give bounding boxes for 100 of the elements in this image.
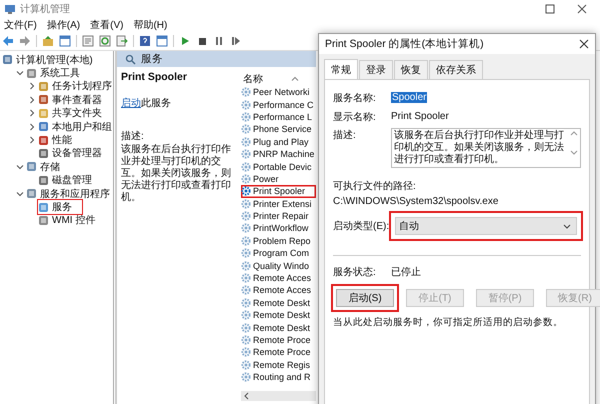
service-name[interactable]: Printer Extensi	[253, 198, 312, 209]
service-name[interactable]: Phone Service	[253, 124, 312, 134]
tree-item[interactable]: WMI 控件	[52, 213, 96, 228]
service-name[interactable]: Peer Networki	[253, 87, 310, 98]
tree-item[interactable]: 系统工具	[40, 66, 80, 80]
expand-chevron-icon[interactable]	[28, 82, 36, 90]
service-name-value[interactable]: Spooler	[391, 92, 428, 103]
service-name[interactable]: Remote Acces	[253, 273, 312, 284]
field-label: 服务状态:	[333, 266, 377, 278]
tree-node-icon	[38, 108, 49, 119]
restart-icon[interactable]	[230, 35, 242, 47]
pane-icon[interactable]	[156, 35, 168, 47]
service-name[interactable]: Remote Regis	[253, 360, 310, 370]
gear-icon	[241, 347, 251, 358]
gear-icon	[241, 162, 251, 172]
action-text: 此服务	[141, 98, 171, 109]
service-name[interactable]: PrintWorkflow	[253, 223, 308, 234]
tree-item[interactable]: 服务	[52, 200, 72, 214]
tree-item[interactable]: 本地用户和组	[52, 120, 112, 134]
expand-chevron-icon[interactable]	[28, 96, 36, 104]
service-name[interactable]: Remote Deskt	[253, 310, 310, 320]
service-name[interactable]: Performance L	[253, 112, 312, 122]
tree-node-icon	[26, 188, 37, 200]
field-label: 服务名称:	[333, 92, 377, 104]
properties-icon[interactable]	[82, 35, 94, 47]
pause-icon[interactable]	[213, 35, 225, 47]
tree-item[interactable]: 磁盘管理	[52, 173, 92, 188]
menu-item[interactable]: 操作(A)	[46, 18, 80, 32]
gear-icon	[241, 298, 251, 308]
tab[interactable]: 常规	[324, 59, 358, 79]
gear-icon	[241, 186, 251, 196]
refresh-icon[interactable]	[99, 35, 111, 47]
tree-node-icon	[38, 148, 49, 159]
tab[interactable]: 登录	[359, 60, 393, 79]
collapse-chevron-icon[interactable]	[16, 69, 24, 78]
menu-item[interactable]: 帮助(H)	[133, 18, 168, 32]
app-icon	[4, 3, 16, 15]
tree-item[interactable]: 服务和应用程序	[40, 186, 110, 201]
service-name[interactable]: Printer Repair	[253, 211, 309, 222]
service-name[interactable]: Remote Deskt	[253, 298, 310, 308]
service-name[interactable]: Power	[253, 174, 279, 184]
service-name[interactable]: Problem Repo	[253, 236, 311, 246]
tree-item[interactable]: 共享文件夹	[52, 106, 102, 120]
close-icon[interactable]	[577, 4, 587, 14]
menu-item[interactable]: 文件(F)	[4, 18, 37, 32]
start-link[interactable]: 启动	[121, 98, 141, 109]
folder-up-icon[interactable]	[42, 35, 54, 47]
gear-icon	[241, 223, 251, 234]
description-label: 描述:	[121, 130, 145, 143]
service-name[interactable]: Remote Proce	[253, 347, 311, 358]
service-name[interactable]: Remote Acces	[253, 285, 312, 296]
tree-item[interactable]: 计算机管理(本地)	[16, 52, 93, 67]
tab[interactable]: 依存关系	[429, 60, 483, 79]
tree-node-icon	[38, 121, 49, 132]
play-icon[interactable]	[179, 35, 191, 47]
search-icon	[125, 54, 136, 64]
service-name[interactable]: Remote Deskt	[253, 322, 310, 333]
service-name[interactable]: Print Spooler	[253, 186, 306, 196]
pane-icon[interactable]	[59, 35, 71, 47]
tree-node-icon	[38, 134, 49, 146]
startup-type-dropdown[interactable]: 自动	[395, 217, 577, 235]
tab[interactable]: 恢复	[394, 60, 428, 79]
expand-chevron-icon[interactable]	[28, 109, 36, 118]
menu-item[interactable]: 查看(V)	[90, 18, 124, 32]
service-name[interactable]: Performance C	[253, 100, 314, 110]
dropdown-caret-icon[interactable]	[563, 224, 571, 228]
expand-chevron-icon[interactable]	[28, 136, 36, 144]
tree-item[interactable]: 设备管理器	[52, 146, 102, 160]
tree-item[interactable]: 任务计划程序	[52, 79, 112, 94]
window-title: 计算机管理	[20, 2, 70, 16]
stop-icon[interactable]	[196, 35, 208, 47]
collapse-chevron-icon[interactable]	[16, 162, 24, 171]
scroll-arrows-icon[interactable]	[570, 130, 578, 156]
column-header[interactable]: 名称	[243, 72, 263, 86]
back-arrow-icon[interactable]	[2, 35, 14, 47]
maximize-icon[interactable]	[545, 4, 555, 14]
service-name[interactable]: Remote Proce	[253, 335, 311, 345]
service-name[interactable]: Plug and Play	[253, 136, 309, 147]
help-icon[interactable]	[139, 35, 151, 47]
gear-icon	[241, 174, 251, 184]
sort-caret-icon[interactable]	[291, 76, 299, 81]
display-name-value: Print Spooler	[391, 111, 449, 122]
gear-icon	[241, 372, 251, 382]
service-name[interactable]: Quality Windo	[253, 260, 310, 271]
forward-arrow-icon[interactable]	[19, 35, 31, 47]
horizontal-scrollbar[interactable]	[241, 391, 316, 401]
expand-chevron-icon[interactable]	[28, 122, 36, 131]
service-name[interactable]: PNRP Machine	[253, 149, 314, 160]
service-name[interactable]: Portable Devic	[253, 162, 312, 172]
collapse-chevron-icon[interactable]	[16, 190, 24, 198]
scroll-left-icon[interactable]	[243, 392, 249, 400]
tree-item[interactable]: 事件查看器	[52, 92, 102, 107]
close-icon[interactable]	[579, 39, 589, 49]
service-button[interactable]: 启动(S)	[336, 289, 394, 307]
description-field[interactable]: 该服务在后台执行打印作业并处理与打印机的交互。如果关闭该服务，则无法进行打印或查看打印机。	[391, 128, 581, 168]
service-name[interactable]: Program Com	[253, 248, 310, 258]
service-name[interactable]: Routing and R	[253, 372, 311, 382]
export-icon[interactable]	[116, 35, 128, 47]
tree-item[interactable]: 存储	[40, 160, 60, 174]
tree-item[interactable]: 性能	[52, 133, 72, 148]
